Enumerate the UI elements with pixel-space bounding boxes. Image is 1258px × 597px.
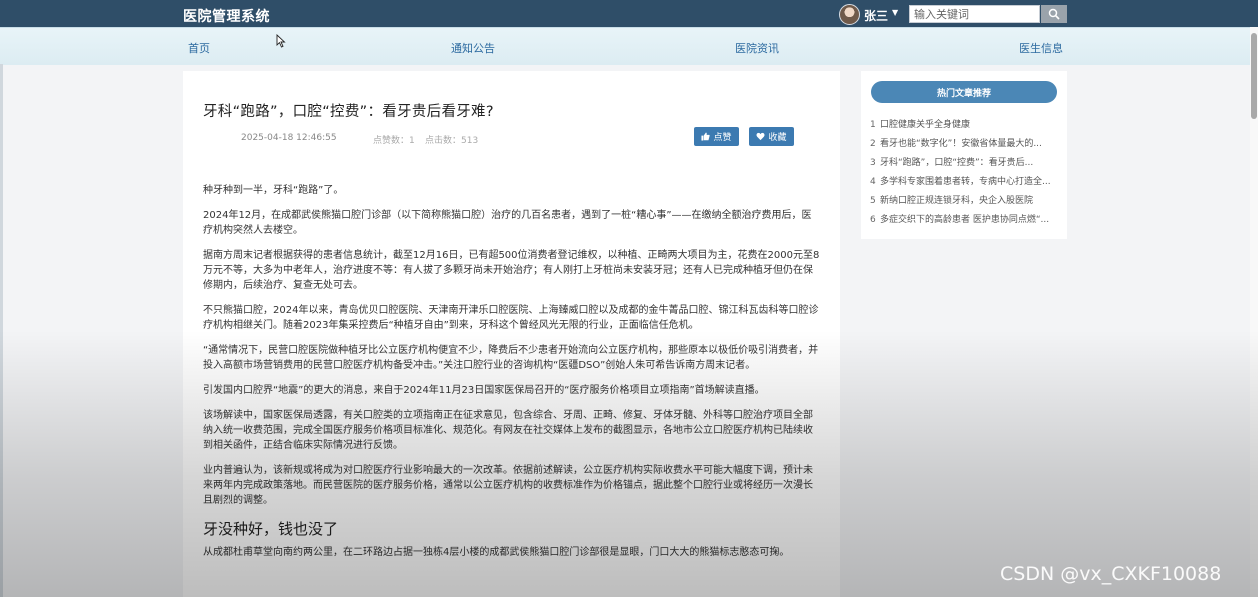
like-button[interactable]: 点赞 (694, 127, 739, 146)
hot-articles-panel: 热门文章推荐 1 口腔健康关乎全身健康 2 看牙也能“数字化”！安徽省体量最大的..… (861, 71, 1067, 239)
article-subheading: 牙没种好，钱也没了 (203, 520, 339, 538)
hot-article-title[interactable]: 看牙也能“数字化”！安徽省体量最大的... (880, 139, 1042, 149)
item-number: 5 (870, 196, 876, 206)
view-count: 点击数：513 (425, 136, 479, 146)
item-number: 2 (870, 139, 876, 149)
mouse-cursor-icon (276, 34, 286, 48)
like-count: 点赞数：1 (373, 136, 415, 146)
item-number: 1 (870, 120, 876, 130)
hot-article-item[interactable]: 6 多症交织下的高龄患者 医护患协同点燃“... (870, 212, 1058, 231)
article-panel: 牙科“跑路”，口腔“控费”：看牙贵后看牙难? 2025-04-18 12:46:… (183, 71, 840, 597)
article-title: 牙科“跑路”，口腔“控费”：看牙贵后看牙难? (203, 104, 494, 120)
item-number: 3 (870, 158, 876, 168)
hot-article-item[interactable]: 3 牙科“跑路”，口腔“控费”：看牙贵后... (870, 155, 1058, 174)
paragraph: 业内普遍认为，该新规或将成为对口腔医疗行业影响最大的一次改革。依据前述解读，公立… (203, 465, 813, 506)
nav-doctor-info[interactable]: 医生信息 (1019, 40, 1063, 56)
article-date: 2025-04-18 12:46:55 (241, 133, 337, 143)
paragraph: 从成都杜甫草堂向南约两公里，在二环路边占据一独栋4层小楼的成都武侯熊猫口腔门诊部… (203, 547, 790, 558)
paragraph: 据南方周末记者根据获得的患者信息统计，截至12月16日，已有超500位消费者登记… (203, 250, 820, 291)
favorite-button-label: 收藏 (768, 133, 787, 143)
hot-article-title[interactable]: 新纳口腔正规连锁牙科，央企入股医院 (880, 196, 1033, 206)
article-body: 种牙种到一半，牙科“跑路”了。 2024年12月，在成都武侯熊猫口腔门诊部（以下… (203, 183, 820, 570)
hot-articles-heading: 热门文章推荐 (871, 81, 1057, 103)
paragraph: “通常情况下，民营口腔医院做种植牙比公立医疗机构便宜不少，降费后不少患者开始流向… (203, 345, 819, 371)
paragraph: 不只熊猫口腔，2024年以来，青岛优贝口腔医院、天津南开津乐口腔医院、上海臻威口… (203, 305, 819, 331)
scrollbar-thumb[interactable] (1251, 33, 1257, 119)
thumbs-up-icon (701, 132, 711, 141)
nav-home[interactable]: 首页 (188, 40, 210, 56)
user-name[interactable]: 张三 (864, 7, 888, 24)
paragraph: 2024年12月，在成都武侯熊猫口腔门诊部（以下简称熊猫口腔）治疗的几百名患者，… (203, 210, 812, 236)
site-title[interactable]: 医院管理系统 (183, 6, 270, 26)
paragraph: 种牙种到一半，牙科“跑路”了。 (203, 185, 344, 196)
chevron-down-icon[interactable]: ▼ (892, 8, 898, 17)
user-avatar[interactable] (839, 4, 860, 25)
search-icon (1048, 8, 1060, 20)
hot-article-title[interactable]: 多学科专家围着患者转，专病中心打造全... (880, 177, 1051, 187)
like-button-label: 点赞 (713, 133, 732, 143)
search-button[interactable] (1041, 5, 1067, 23)
hot-article-item[interactable]: 4 多学科专家围着患者转，专病中心打造全... (870, 174, 1058, 193)
left-edge (0, 64, 3, 597)
hot-article-item[interactable]: 2 看牙也能“数字化”！安徽省体量最大的... (870, 136, 1058, 155)
hot-article-item[interactable]: 5 新纳口腔正规连锁牙科，央企入股医院 (870, 193, 1058, 212)
paragraph: 该场解读中，国家医保局透露，有关口腔类的立项指南正在征求意见，包含综合、牙周、正… (203, 410, 813, 451)
favorite-button[interactable]: 收藏 (749, 127, 794, 146)
top-bar: 医院管理系统 张三 ▼ (0, 0, 1258, 27)
hot-article-item[interactable]: 1 口腔健康关乎全身健康 (870, 117, 1058, 136)
heart-icon (756, 132, 765, 141)
item-number: 4 (870, 177, 876, 187)
main-nav: 首页 通知公告 医院资讯 医生信息 (0, 27, 1258, 65)
paragraph: 引发国内口腔界“地震”的更大的消息，来自于2024年11月23日国家医保局召开的… (203, 385, 765, 396)
nav-hospital-news[interactable]: 医院资讯 (735, 40, 779, 56)
nav-notices[interactable]: 通知公告 (451, 40, 495, 56)
watermark: CSDN @vx_CXKF10088 (1000, 563, 1222, 585)
hot-article-title[interactable]: 牙科“跑路”，口腔“控费”：看牙贵后... (880, 158, 1033, 168)
search-input[interactable] (909, 5, 1040, 23)
hot-article-title[interactable]: 多症交织下的高龄患者 医护患协同点燃“... (880, 215, 1049, 225)
hot-articles-list: 1 口腔健康关乎全身健康 2 看牙也能“数字化”！安徽省体量最大的... 3 牙科“跑… (870, 117, 1058, 231)
item-number: 6 (870, 215, 876, 225)
hot-article-title[interactable]: 口腔健康关乎全身健康 (880, 120, 970, 130)
